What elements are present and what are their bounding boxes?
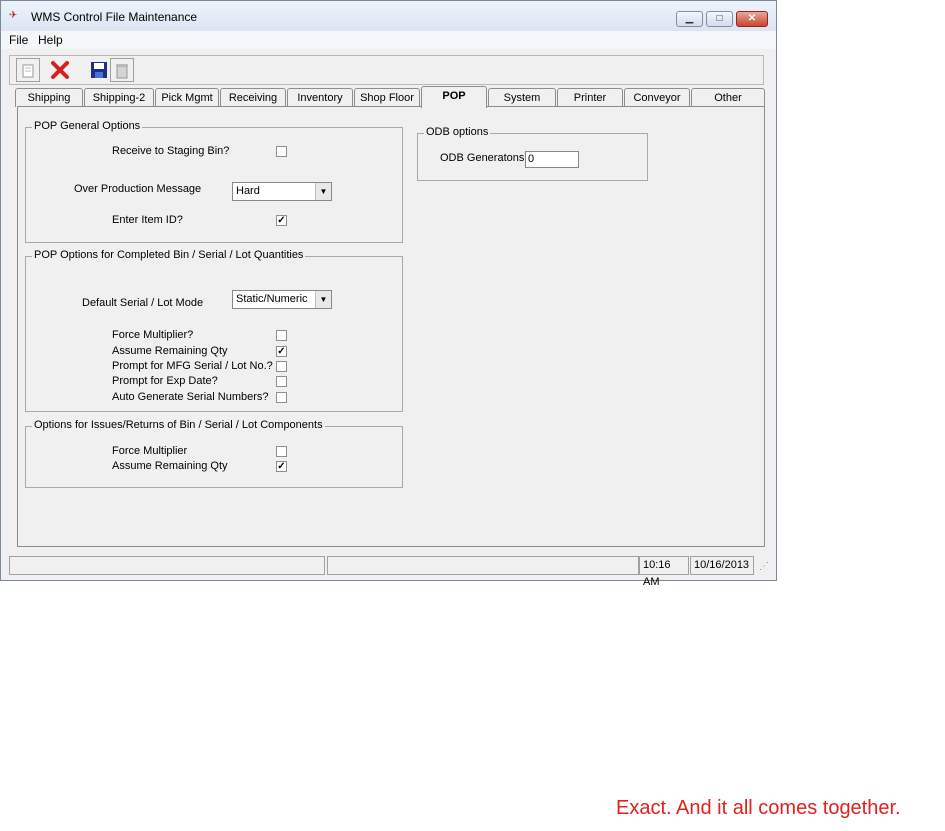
force-multiplier-label: Force Multiplier?: [112, 329, 194, 341]
status-bar: 10:16 AM 10/16/2013: [9, 556, 769, 588]
new-icon: [22, 64, 34, 78]
status-panel-1: [9, 556, 325, 575]
over-production-value: Hard: [236, 185, 260, 197]
close-icon: ✕: [747, 13, 757, 24]
tab-other[interactable]: Other: [691, 88, 765, 107]
tab-receiving[interactable]: Receiving: [220, 88, 286, 107]
menu-bar: File Help: [1, 31, 776, 49]
trash-button[interactable]: [110, 58, 134, 82]
prompt-mfg-serial-checkbox[interactable]: [276, 361, 287, 372]
serial-mode-label: Default Serial / Lot Mode: [82, 297, 204, 309]
enter-item-label: Enter Item ID?: [112, 214, 183, 226]
tab-shipping-2[interactable]: Shipping-2: [84, 88, 154, 107]
odb-generations-input[interactable]: 0: [525, 151, 579, 168]
prompt-mfg-serial-label: Prompt for MFG Serial / Lot No.?: [112, 360, 273, 372]
tab-conveyor[interactable]: Conveyor: [624, 88, 690, 107]
title-bar: ✈ WMS Control File Maintenance ▁ □ ✕: [1, 1, 776, 32]
tab-shipping[interactable]: Shipping: [15, 88, 83, 107]
prompt-exp-date-label: Prompt for Exp Date?: [112, 375, 218, 387]
odb-generations-label: ODB Generatons:: [440, 152, 528, 164]
tab-system[interactable]: System: [488, 88, 556, 107]
serial-mode-select[interactable]: Static/Numeric ▼: [232, 290, 332, 309]
auto-generate-serial-checkbox[interactable]: [276, 392, 287, 403]
maximize-icon: □: [716, 13, 723, 24]
issues-returns-group: Options for Issues/Returns of Bin / Seri…: [25, 419, 403, 488]
enter-item-checkbox[interactable]: ✓: [276, 215, 287, 226]
group-legend: Options for Issues/Returns of Bin / Seri…: [32, 419, 325, 431]
completed-quantities-group: POP Options for Completed Bin / Serial /…: [25, 249, 403, 412]
delete-x-icon: [51, 61, 69, 79]
tab-pick-mgmt[interactable]: Pick Mgmt: [155, 88, 219, 107]
maximize-button[interactable]: □: [706, 11, 733, 27]
receive-staging-checkbox[interactable]: [276, 146, 287, 157]
minimize-button[interactable]: ▁: [676, 11, 703, 27]
status-panel-2: [327, 556, 639, 575]
auto-generate-serial-label: Auto Generate Serial Numbers?: [112, 391, 269, 403]
new-button[interactable]: [16, 58, 40, 82]
save-button[interactable]: [87, 58, 111, 82]
tab-printer[interactable]: Printer: [557, 88, 623, 107]
assume-remaining-label: Assume Remaining Qty: [112, 345, 228, 357]
status-time: 10:16 AM: [639, 556, 689, 588]
force-multiplier-checkbox[interactable]: [276, 330, 287, 341]
tab-inventory[interactable]: Inventory: [287, 88, 353, 107]
group-legend: POP Options for Completed Bin / Serial /…: [32, 249, 306, 261]
app-icon: ✈: [9, 10, 18, 21]
chevron-down-icon: ▼: [315, 291, 331, 308]
resize-grip-icon[interactable]: ⋰: [759, 561, 769, 572]
tab-shop-floor[interactable]: Shop Floor: [354, 88, 420, 107]
issues-assume-remaining-label: Assume Remaining Qty: [112, 460, 228, 472]
serial-mode-value: Static/Numeric: [236, 293, 308, 305]
delete-button[interactable]: [48, 58, 72, 82]
issues-force-multiplier-checkbox[interactable]: [276, 446, 287, 457]
over-production-label: Over Production Message: [74, 183, 202, 195]
trash-icon: [116, 64, 128, 79]
application-window: ✈ WMS Control File Maintenance ▁ □ ✕ Fil…: [0, 0, 777, 588]
tagline: Exact. And it all comes together.: [616, 797, 901, 819]
chevron-down-icon: ▼: [315, 183, 331, 200]
save-icon: [91, 62, 107, 78]
close-button[interactable]: ✕: [736, 11, 768, 27]
assume-remaining-checkbox[interactable]: ✓: [276, 346, 287, 357]
issues-assume-remaining-checkbox[interactable]: ✓: [276, 461, 287, 472]
toolbar: [9, 55, 764, 85]
prompt-exp-date-checkbox[interactable]: [276, 376, 287, 387]
pop-tab-panel: POP General Options Receive to Staging B…: [17, 106, 765, 547]
issues-force-multiplier-label: Force Multiplier: [112, 445, 188, 457]
receive-staging-label: Receive to Staging Bin?: [112, 145, 230, 157]
over-production-select[interactable]: Hard ▼: [232, 182, 332, 201]
status-date: 10/16/2013: [690, 556, 754, 575]
menu-help[interactable]: Help: [38, 33, 63, 47]
odb-options-group: ODB options ODB Generatons: 0: [417, 126, 648, 181]
group-legend: ODB options: [424, 126, 491, 138]
pop-general-options-group: POP General Options Receive to Staging B…: [25, 120, 403, 243]
menu-file[interactable]: File: [9, 33, 28, 47]
window-title: WMS Control File Maintenance: [31, 10, 198, 24]
tab-pop[interactable]: POP: [421, 86, 487, 108]
minimize-icon: ▁: [685, 13, 694, 24]
group-legend: POP General Options: [32, 120, 143, 132]
